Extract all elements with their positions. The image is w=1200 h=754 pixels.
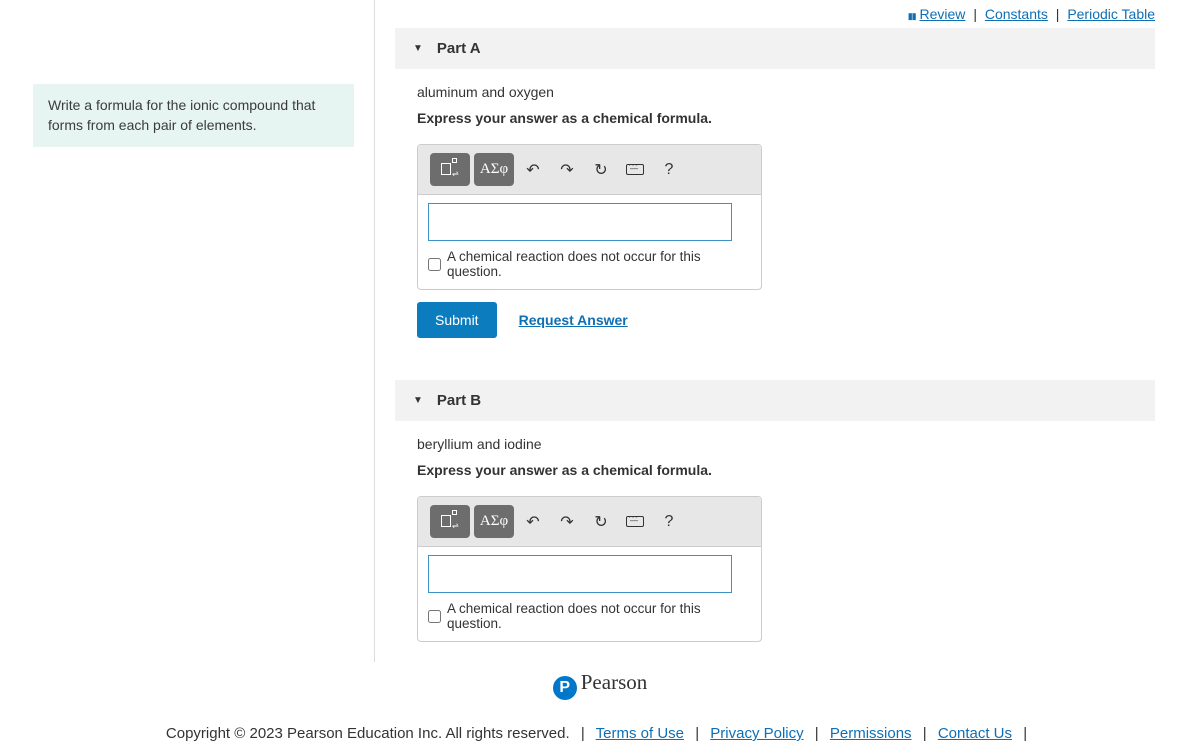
main-content: Review | Constants | Periodic Table ▼ Pa… <box>375 0 1200 662</box>
periodic-table-link[interactable]: Periodic Table <box>1067 6 1155 22</box>
part-b-header[interactable]: ▼ Part B <box>395 380 1155 421</box>
separator: | <box>1056 6 1060 22</box>
left-sidebar: Write a formula for the ionic compound t… <box>0 0 375 662</box>
part-a-header[interactable]: ▼ Part A <box>395 28 1155 69</box>
part-a-question: aluminum and oxygen <box>417 84 1155 100</box>
chemistry-format-button[interactable]: ⇌ <box>430 505 470 538</box>
chemistry-icon: ⇌ <box>441 161 459 179</box>
undo-button[interactable]: ↶ <box>518 505 548 538</box>
review-link[interactable]: Review <box>920 6 966 22</box>
part-b-title: Part B <box>437 392 481 409</box>
part-b-block: ▼ Part B beryllium and iodine Express yo… <box>395 380 1155 662</box>
footer: Copyright © 2023 Pearson Education Inc. … <box>0 700 1200 754</box>
keyboard-button[interactable] <box>620 505 650 538</box>
no-reaction-checkbox-b[interactable] <box>428 610 441 623</box>
answer-input-a[interactable] <box>428 203 732 241</box>
privacy-link[interactable]: Privacy Policy <box>710 725 803 742</box>
submit-button-a[interactable]: Submit <box>417 302 497 338</box>
greek-letters-button[interactable]: ΑΣφ <box>474 153 514 186</box>
request-answer-link-a[interactable]: Request Answer <box>519 312 628 328</box>
reset-button[interactable]: ↻ <box>586 153 616 186</box>
chemistry-icon: ⇌ <box>441 513 459 531</box>
separator: | <box>973 6 977 22</box>
part-a-block: ▼ Part A aluminum and oxygen Express you… <box>395 28 1155 358</box>
answer-input-b[interactable] <box>428 555 732 593</box>
pearson-logo-icon: P <box>553 676 577 700</box>
help-button[interactable]: ? <box>654 153 684 186</box>
answer-box-b: ⇌ ΑΣφ ↶ ↷ ↻ ? A c <box>417 496 762 642</box>
part-a-body: aluminum and oxygen Express your answer … <box>395 84 1155 358</box>
permissions-link[interactable]: Permissions <box>830 725 912 742</box>
help-button[interactable]: ? <box>654 505 684 538</box>
contact-link[interactable]: Contact Us <box>938 725 1012 742</box>
part-a-instruction: Express your answer as a chemical formul… <box>417 110 1155 126</box>
no-reaction-label-a: A chemical reaction does not occur for t… <box>447 249 751 279</box>
book-icon <box>904 6 916 16</box>
toolbar-b: ⇌ ΑΣφ ↶ ↷ ↻ ? <box>418 497 761 547</box>
constants-link[interactable]: Constants <box>985 6 1048 22</box>
redo-button[interactable]: ↷ <box>552 153 582 186</box>
part-a-title: Part A <box>437 40 481 57</box>
toolbar-a: ⇌ ΑΣφ ↶ ↷ ↻ ? <box>418 145 761 195</box>
keyboard-icon <box>626 516 644 527</box>
answer-box-a: ⇌ ΑΣφ ↶ ↷ ↻ ? A c <box>417 144 762 290</box>
pearson-text: Pearson <box>581 670 648 694</box>
no-reaction-label-b: A chemical reaction does not occur for t… <box>447 601 751 631</box>
part-b-instruction: Express your answer as a chemical formul… <box>417 462 1155 478</box>
part-b-question: beryllium and iodine <box>417 436 1155 452</box>
pearson-brand: PPearson <box>0 670 1200 700</box>
part-b-body: beryllium and iodine Express your answer… <box>395 436 1155 662</box>
collapse-icon: ▼ <box>413 395 423 406</box>
redo-button[interactable]: ↷ <box>552 505 582 538</box>
keyboard-button[interactable] <box>620 153 650 186</box>
no-reaction-checkbox-a[interactable] <box>428 258 441 271</box>
top-links: Review | Constants | Periodic Table <box>375 0 1200 28</box>
copyright-text: Copyright © 2023 Pearson Education Inc. … <box>166 725 570 742</box>
greek-letters-button[interactable]: ΑΣφ <box>474 505 514 538</box>
undo-button[interactable]: ↶ <box>518 153 548 186</box>
reset-button[interactable]: ↻ <box>586 505 616 538</box>
chemistry-format-button[interactable]: ⇌ <box>430 153 470 186</box>
collapse-icon: ▼ <box>413 43 423 54</box>
keyboard-icon <box>626 164 644 175</box>
terms-link[interactable]: Terms of Use <box>596 725 684 742</box>
prompt-text: Write a formula for the ionic compound t… <box>33 84 354 147</box>
